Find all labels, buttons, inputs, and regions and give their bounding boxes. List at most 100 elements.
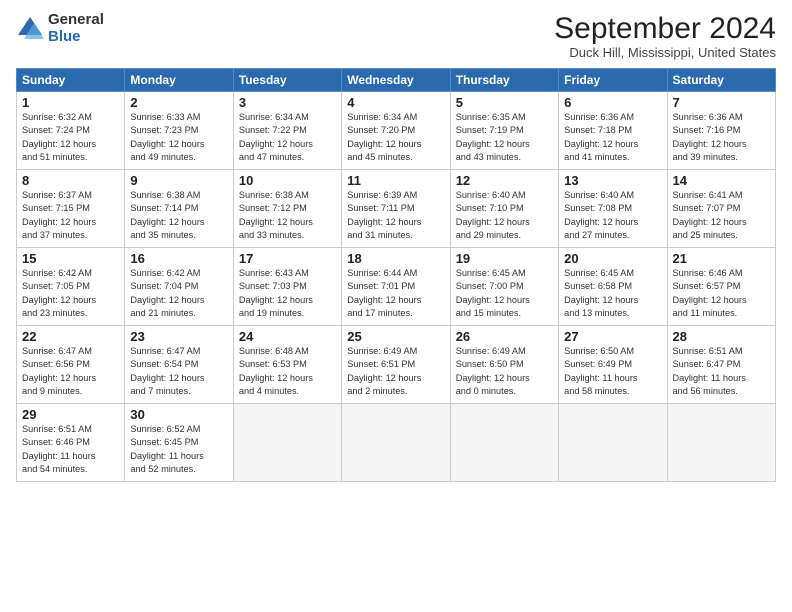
day-info: Sunrise: 6:52 AM Sunset: 6:45 PM Dayligh…	[130, 423, 227, 476]
logo-text: General Blue	[48, 12, 104, 45]
day-info: Sunrise: 6:36 AM Sunset: 7:18 PM Dayligh…	[564, 111, 661, 164]
day-info: Sunrise: 6:47 AM Sunset: 6:56 PM Dayligh…	[22, 345, 119, 398]
day-info: Sunrise: 6:42 AM Sunset: 7:05 PM Dayligh…	[22, 267, 119, 320]
calendar-row-week-4: 22Sunrise: 6:47 AM Sunset: 6:56 PM Dayli…	[17, 326, 776, 404]
day-info: Sunrise: 6:38 AM Sunset: 7:14 PM Dayligh…	[130, 189, 227, 242]
header-cell-sunday: Sunday	[17, 69, 125, 92]
day-info: Sunrise: 6:38 AM Sunset: 7:12 PM Dayligh…	[239, 189, 336, 242]
calendar-cell	[342, 404, 450, 482]
calendar-cell	[450, 404, 558, 482]
calendar-cell: 21Sunrise: 6:46 AM Sunset: 6:57 PM Dayli…	[667, 248, 775, 326]
calendar-cell: 28Sunrise: 6:51 AM Sunset: 6:47 PM Dayli…	[667, 326, 775, 404]
calendar-body: 1Sunrise: 6:32 AM Sunset: 7:24 PM Daylig…	[17, 92, 776, 482]
day-info: Sunrise: 6:39 AM Sunset: 7:11 PM Dayligh…	[347, 189, 444, 242]
day-number: 4	[347, 95, 444, 110]
day-number: 12	[456, 173, 553, 188]
day-info: Sunrise: 6:47 AM Sunset: 6:54 PM Dayligh…	[130, 345, 227, 398]
calendar-cell: 8Sunrise: 6:37 AM Sunset: 7:15 PM Daylig…	[17, 170, 125, 248]
day-info: Sunrise: 6:48 AM Sunset: 6:53 PM Dayligh…	[239, 345, 336, 398]
day-info: Sunrise: 6:35 AM Sunset: 7:19 PM Dayligh…	[456, 111, 553, 164]
day-info: Sunrise: 6:36 AM Sunset: 7:16 PM Dayligh…	[673, 111, 770, 164]
calendar-row-week-1: 1Sunrise: 6:32 AM Sunset: 7:24 PM Daylig…	[17, 92, 776, 170]
day-info: Sunrise: 6:42 AM Sunset: 7:04 PM Dayligh…	[130, 267, 227, 320]
day-number: 27	[564, 329, 661, 344]
header-cell-thursday: Thursday	[450, 69, 558, 92]
header-cell-tuesday: Tuesday	[233, 69, 341, 92]
calendar-cell: 23Sunrise: 6:47 AM Sunset: 6:54 PM Dayli…	[125, 326, 233, 404]
header-cell-monday: Monday	[125, 69, 233, 92]
day-number: 25	[347, 329, 444, 344]
calendar-table: SundayMondayTuesdayWednesdayThursdayFrid…	[16, 68, 776, 482]
day-info: Sunrise: 6:50 AM Sunset: 6:49 PM Dayligh…	[564, 345, 661, 398]
calendar-cell: 10Sunrise: 6:38 AM Sunset: 7:12 PM Dayli…	[233, 170, 341, 248]
day-info: Sunrise: 6:43 AM Sunset: 7:03 PM Dayligh…	[239, 267, 336, 320]
month-title: September 2024	[554, 12, 776, 45]
day-info: Sunrise: 6:45 AM Sunset: 7:00 PM Dayligh…	[456, 267, 553, 320]
day-info: Sunrise: 6:40 AM Sunset: 7:10 PM Dayligh…	[456, 189, 553, 242]
day-number: 17	[239, 251, 336, 266]
day-number: 3	[239, 95, 336, 110]
calendar-cell: 15Sunrise: 6:42 AM Sunset: 7:05 PM Dayli…	[17, 248, 125, 326]
day-info: Sunrise: 6:49 AM Sunset: 6:50 PM Dayligh…	[456, 345, 553, 398]
logo-blue: Blue	[48, 29, 104, 46]
day-number: 22	[22, 329, 119, 344]
day-number: 9	[130, 173, 227, 188]
title-block: September 2024 Duck Hill, Mississippi, U…	[554, 12, 776, 60]
calendar-cell: 18Sunrise: 6:44 AM Sunset: 7:01 PM Dayli…	[342, 248, 450, 326]
calendar-cell: 20Sunrise: 6:45 AM Sunset: 6:58 PM Dayli…	[559, 248, 667, 326]
logo-general: General	[48, 12, 104, 29]
logo: General Blue	[16, 12, 104, 45]
day-number: 1	[22, 95, 119, 110]
day-info: Sunrise: 6:40 AM Sunset: 7:08 PM Dayligh…	[564, 189, 661, 242]
calendar-cell: 9Sunrise: 6:38 AM Sunset: 7:14 PM Daylig…	[125, 170, 233, 248]
calendar-cell: 27Sunrise: 6:50 AM Sunset: 6:49 PM Dayli…	[559, 326, 667, 404]
day-info: Sunrise: 6:37 AM Sunset: 7:15 PM Dayligh…	[22, 189, 119, 242]
day-number: 28	[673, 329, 770, 344]
header-cell-wednesday: Wednesday	[342, 69, 450, 92]
calendar-cell: 19Sunrise: 6:45 AM Sunset: 7:00 PM Dayli…	[450, 248, 558, 326]
calendar-cell: 22Sunrise: 6:47 AM Sunset: 6:56 PM Dayli…	[17, 326, 125, 404]
calendar-cell: 11Sunrise: 6:39 AM Sunset: 7:11 PM Dayli…	[342, 170, 450, 248]
day-number: 26	[456, 329, 553, 344]
day-number: 19	[456, 251, 553, 266]
day-number: 30	[130, 407, 227, 422]
day-number: 20	[564, 251, 661, 266]
day-info: Sunrise: 6:45 AM Sunset: 6:58 PM Dayligh…	[564, 267, 661, 320]
day-info: Sunrise: 6:34 AM Sunset: 7:22 PM Dayligh…	[239, 111, 336, 164]
calendar-cell: 2Sunrise: 6:33 AM Sunset: 7:23 PM Daylig…	[125, 92, 233, 170]
day-info: Sunrise: 6:49 AM Sunset: 6:51 PM Dayligh…	[347, 345, 444, 398]
calendar-cell: 14Sunrise: 6:41 AM Sunset: 7:07 PM Dayli…	[667, 170, 775, 248]
day-info: Sunrise: 6:33 AM Sunset: 7:23 PM Dayligh…	[130, 111, 227, 164]
day-number: 5	[456, 95, 553, 110]
calendar-cell	[559, 404, 667, 482]
calendar-cell: 3Sunrise: 6:34 AM Sunset: 7:22 PM Daylig…	[233, 92, 341, 170]
calendar-row-week-3: 15Sunrise: 6:42 AM Sunset: 7:05 PM Dayli…	[17, 248, 776, 326]
calendar-cell	[233, 404, 341, 482]
day-info: Sunrise: 6:46 AM Sunset: 6:57 PM Dayligh…	[673, 267, 770, 320]
day-number: 15	[22, 251, 119, 266]
day-info: Sunrise: 6:41 AM Sunset: 7:07 PM Dayligh…	[673, 189, 770, 242]
calendar-cell: 26Sunrise: 6:49 AM Sunset: 6:50 PM Dayli…	[450, 326, 558, 404]
day-number: 18	[347, 251, 444, 266]
day-info: Sunrise: 6:34 AM Sunset: 7:20 PM Dayligh…	[347, 111, 444, 164]
day-number: 24	[239, 329, 336, 344]
calendar-cell: 6Sunrise: 6:36 AM Sunset: 7:18 PM Daylig…	[559, 92, 667, 170]
calendar-cell: 30Sunrise: 6:52 AM Sunset: 6:45 PM Dayli…	[125, 404, 233, 482]
calendar-cell: 16Sunrise: 6:42 AM Sunset: 7:04 PM Dayli…	[125, 248, 233, 326]
calendar-cell	[667, 404, 775, 482]
day-info: Sunrise: 6:51 AM Sunset: 6:46 PM Dayligh…	[22, 423, 119, 476]
calendar-cell: 24Sunrise: 6:48 AM Sunset: 6:53 PM Dayli…	[233, 326, 341, 404]
calendar-header-row: SundayMondayTuesdayWednesdayThursdayFrid…	[17, 69, 776, 92]
page: General Blue September 2024 Duck Hill, M…	[0, 0, 792, 612]
day-number: 13	[564, 173, 661, 188]
day-number: 29	[22, 407, 119, 422]
calendar-cell: 7Sunrise: 6:36 AM Sunset: 7:16 PM Daylig…	[667, 92, 775, 170]
logo-icon	[16, 15, 44, 43]
day-number: 8	[22, 173, 119, 188]
calendar-cell: 13Sunrise: 6:40 AM Sunset: 7:08 PM Dayli…	[559, 170, 667, 248]
day-info: Sunrise: 6:32 AM Sunset: 7:24 PM Dayligh…	[22, 111, 119, 164]
calendar-row-week-2: 8Sunrise: 6:37 AM Sunset: 7:15 PM Daylig…	[17, 170, 776, 248]
day-number: 21	[673, 251, 770, 266]
day-number: 11	[347, 173, 444, 188]
day-number: 6	[564, 95, 661, 110]
